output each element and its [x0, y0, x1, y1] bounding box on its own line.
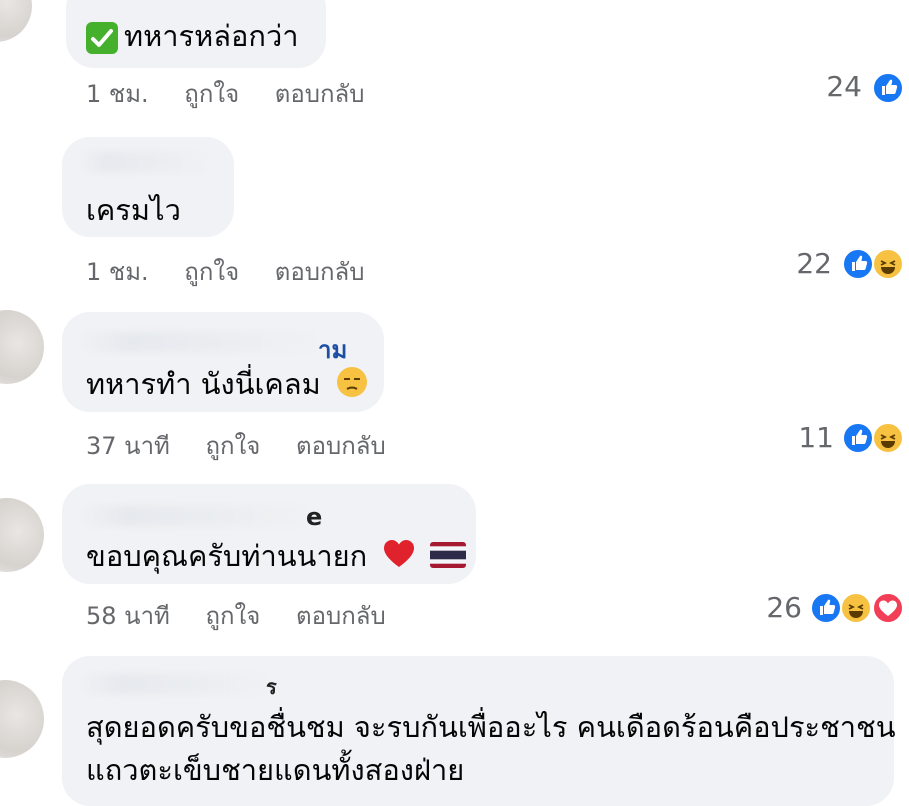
author-name-fragment[interactable]: ร	[266, 671, 277, 703]
comment-text-row: ทหารหล่อกว่า	[86, 18, 299, 54]
author-name-fragment[interactable]: าม	[318, 330, 347, 369]
haha-icon[interactable]	[840, 592, 872, 624]
comment-meta: 1 ชม. ถูกใจ ตอบกลับ	[86, 252, 364, 291]
thailand-flag-icon	[429, 540, 466, 576]
comment-text-line-1: สุดยอดครับขอชื่นชม จะรบกันเพื่ออะไร คนเด…	[86, 710, 896, 744]
reaction-count[interactable]: 26	[730, 591, 802, 624]
like-icon[interactable]	[842, 422, 874, 454]
like-icon[interactable]	[842, 248, 874, 280]
comment-text: เครมไว	[86, 193, 181, 227]
author-name-fragment[interactable]: e	[306, 503, 322, 531]
like-link[interactable]: ถูกใจ	[184, 80, 239, 108]
reaction-count[interactable]: 24	[790, 70, 862, 103]
love-icon[interactable]	[872, 592, 904, 624]
comment-time[interactable]: 58 นาที	[86, 602, 170, 630]
comment-time[interactable]: 1 ชม.	[86, 80, 149, 108]
like-icon[interactable]	[810, 592, 842, 624]
comment-text: ทหารทำ นังนี่เคลม	[86, 367, 321, 401]
comment-text-row: ขอบคุณครับท่านนายก	[86, 538, 466, 578]
author-name-redacted	[80, 674, 270, 694]
reply-link[interactable]: ตอบกลับ	[296, 602, 386, 630]
like-icon[interactable]	[872, 72, 904, 104]
comment-text-row: ทหารทำ นังนี่เคลม	[86, 366, 368, 406]
avatar[interactable]	[0, 310, 44, 384]
avatar[interactable]	[0, 680, 44, 758]
like-link[interactable]: ถูกใจ	[206, 432, 261, 460]
author-name-redacted	[80, 506, 310, 526]
check-mark-icon	[86, 22, 118, 54]
haha-icon[interactable]	[872, 422, 904, 454]
like-link[interactable]: ถูกใจ	[206, 602, 261, 630]
comment-time[interactable]: 1 ชม.	[86, 258, 149, 286]
haha-icon[interactable]	[872, 248, 904, 280]
avatar[interactable]	[0, 498, 44, 572]
comment-text-line-2: แถวตะเข็บชายแดนทั้งสองฝ่าย	[86, 753, 465, 787]
comment-time[interactable]: 37 นาที	[86, 432, 170, 460]
reply-link[interactable]: ตอบกลับ	[296, 432, 386, 460]
comment-text: ทหารหล่อกว่า	[124, 19, 299, 53]
unamused-face-icon	[336, 366, 368, 406]
avatar[interactable]	[0, 0, 32, 42]
reply-link[interactable]: ตอบกลับ	[275, 80, 365, 108]
author-name-redacted	[80, 152, 210, 172]
reaction-count[interactable]: 11	[762, 421, 834, 454]
comment-meta: 58 นาที ถูกใจ ตอบกลับ	[86, 596, 386, 635]
comment-text: ขอบคุณครับท่านนายก	[86, 539, 368, 573]
author-name-redacted	[80, 332, 320, 352]
comment-meta: 37 นาที ถูกใจ ตอบกลับ	[86, 426, 386, 465]
reply-link[interactable]: ตอบกลับ	[275, 258, 365, 286]
reaction-count[interactable]: 22	[760, 247, 832, 280]
like-link[interactable]: ถูกใจ	[184, 258, 239, 286]
red-heart-icon	[382, 538, 416, 578]
comment-meta: 1 ชม. ถูกใจ ตอบกลับ	[86, 74, 364, 113]
